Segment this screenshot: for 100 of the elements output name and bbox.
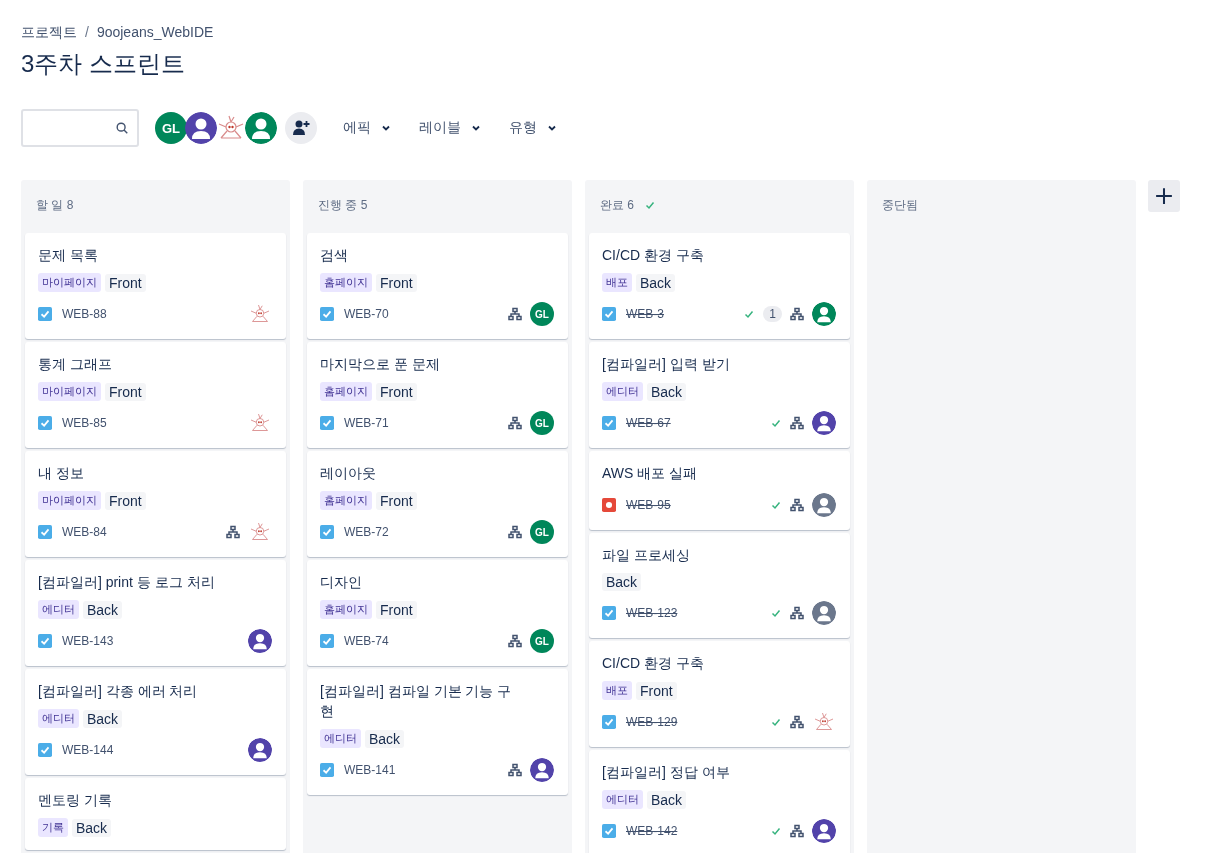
issue-key[interactable]: WEB-71	[344, 416, 389, 430]
filter-dropdown[interactable]: 유형	[507, 115, 559, 141]
user-avatar-icon[interactable]	[812, 302, 836, 326]
issue-card[interactable]: CI/CD 환경 구축 배포 Front WEB-129	[589, 641, 850, 747]
issue-card[interactable]: 검색 홈페이지 Front WEB-70 GL	[307, 233, 568, 339]
label-tag: Back	[365, 729, 405, 748]
add-column-button[interactable]	[1148, 180, 1180, 212]
issue-title: 디자인	[320, 573, 363, 592]
user-avatar-icon[interactable]	[185, 112, 217, 144]
issue-key[interactable]: WEB-88	[62, 307, 107, 321]
label-tag: Front	[636, 681, 677, 700]
issue-key[interactable]: WEB-129	[626, 715, 678, 729]
issue-key[interactable]: WEB-85	[62, 416, 107, 430]
search-icon	[115, 121, 129, 135]
issue-title: 레이아웃	[320, 464, 377, 483]
issue-key[interactable]: WEB-95	[626, 498, 671, 512]
search-field[interactable]	[21, 109, 139, 147]
issue-card[interactable]: 파일 프로세싱 Back WEB-123	[589, 533, 850, 638]
label-tag: Front	[376, 382, 417, 401]
issue-key[interactable]: WEB-84	[62, 525, 107, 539]
issue-key[interactable]: WEB-143	[62, 634, 114, 648]
add-people-button[interactable]	[285, 112, 317, 144]
issue-key[interactable]: WEB-67	[626, 416, 671, 430]
issue-card[interactable]: [컴파일러] 정답 여부 에디터 Back WEB-142	[589, 750, 850, 853]
issue-key[interactable]: WEB-142	[626, 824, 678, 838]
label-tag: Back	[72, 818, 112, 837]
epic-tag: 홈페이지	[320, 382, 372, 401]
issue-title: 검색	[320, 246, 349, 265]
user-avatar-icon[interactable]	[248, 629, 272, 653]
issue-title: 멘토링 기록	[38, 791, 113, 810]
epic-tag: 에디터	[320, 729, 361, 748]
issue-title: 내 정보	[38, 464, 85, 483]
user-avatar-icon[interactable]	[812, 411, 836, 435]
issue-card[interactable]: 문제 목록 마이페이지 Front WEB-88	[25, 233, 286, 339]
column-title: 완료 6	[600, 196, 634, 214]
epic-tag: 마이페이지	[38, 382, 101, 401]
label-tag: Front	[105, 491, 146, 510]
issue-card[interactable]: 멘토링 기록 기록 Back	[25, 778, 286, 850]
user-avatar-icon[interactable]	[248, 738, 272, 762]
label-tag: Back	[647, 790, 687, 809]
filter-dropdown[interactable]: 에픽	[341, 115, 393, 141]
issue-card[interactable]: CI/CD 환경 구축 배포 Back WEB-3 1	[589, 233, 850, 339]
issue-key[interactable]: WEB-141	[344, 763, 396, 777]
avatar-initials[interactable]: GL	[530, 520, 554, 544]
issue-card[interactable]: [컴파일러] print 등 로그 처리 에디터 Back WEB-143	[25, 560, 286, 666]
user-avatar-icon[interactable]	[812, 819, 836, 843]
check-icon	[770, 716, 782, 728]
epic-tag: 홈페이지	[320, 491, 372, 510]
check-icon	[770, 825, 782, 837]
plus-icon	[1155, 187, 1173, 205]
user-avatar-icon[interactable]	[812, 601, 836, 625]
issue-key[interactable]: WEB-3	[626, 307, 664, 321]
label-tag: Front	[105, 273, 146, 292]
issue-title: CI/CD 환경 구축	[602, 246, 705, 265]
user-avatar-icon[interactable]	[812, 493, 836, 517]
issue-title: [컴파일러] 정답 여부	[602, 763, 731, 782]
issue-key[interactable]: WEB-72	[344, 525, 389, 539]
label-tag: Back	[647, 382, 687, 401]
avatar-initials[interactable]: GL	[155, 112, 187, 144]
label-tag: Back	[83, 709, 123, 728]
filter-dropdown[interactable]: 레이블	[417, 115, 483, 141]
issue-key[interactable]: WEB-74	[344, 634, 389, 648]
issue-card[interactable]: 내 정보 마이페이지 Front WEB-84	[25, 451, 286, 557]
avatar-initials[interactable]: GL	[530, 629, 554, 653]
issue-key[interactable]: WEB-70	[344, 307, 389, 321]
label-tag: Back	[83, 600, 123, 619]
epic-tag: 홈페이지	[320, 273, 372, 292]
chevron-down-icon	[547, 123, 557, 133]
issue-card[interactable]: 통계 그래프 마이페이지 Front WEB-85	[25, 342, 286, 448]
issue-card[interactable]: 마지막으로 푼 문제 홈페이지 Front WEB-71 GL	[307, 342, 568, 448]
column-title: 진행 중 5	[318, 196, 368, 214]
column-title: 할 일 8	[36, 196, 74, 214]
breadcrumb-link[interactable]: 프로젝트	[21, 24, 77, 42]
column-title: 중단됨	[882, 196, 918, 214]
issue-card[interactable]: 레이아웃 홈페이지 Front WEB-72 GL	[307, 451, 568, 557]
count-badge: 1	[763, 306, 782, 322]
issue-title: [컴파일러] print 등 로그 처리	[38, 573, 216, 592]
issue-card[interactable]: 디자인 홈페이지 Front WEB-74 GL	[307, 560, 568, 666]
epic-tag: 홈페이지	[320, 600, 372, 619]
breadcrumb-link[interactable]: 9oojeans_WebIDE	[96, 24, 214, 42]
epic-tag: 배포	[602, 273, 632, 292]
issue-card[interactable]: [컴파일러] 컴파일 기본 기능 구현 에디터 Back WEB-141	[307, 669, 568, 795]
avatar-initials[interactable]: GL	[530, 302, 554, 326]
add-person-icon	[291, 118, 311, 138]
issue-card[interactable]: [컴파일러] 각종 에러 처리 에디터 Back WEB-144	[25, 669, 286, 775]
check-icon	[770, 607, 782, 619]
issue-card[interactable]: [컴파일러] 입력 받기 에디터 Back WEB-67	[589, 342, 850, 448]
check-icon	[770, 499, 782, 511]
label-tag: Front	[105, 382, 146, 401]
issue-card[interactable]: AWS 배포 실패 WEB-95	[589, 451, 850, 530]
issue-key[interactable]: WEB-123	[626, 606, 678, 620]
issue-key[interactable]: WEB-144	[62, 743, 114, 757]
user-avatar-icon[interactable]	[530, 758, 554, 782]
epic-tag: 에디터	[602, 790, 643, 809]
user-avatar-icon[interactable]	[245, 112, 277, 144]
issue-title: 마지막으로 푼 문제	[320, 355, 441, 374]
label-tag: Back	[636, 273, 676, 292]
avatar-initials[interactable]: GL	[530, 411, 554, 435]
breadcrumb-separator: /	[85, 24, 89, 42]
label-tag: Back	[602, 573, 642, 591]
